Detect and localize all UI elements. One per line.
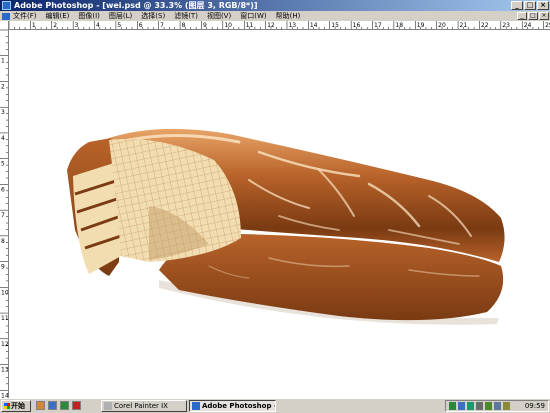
ruler-label: 1 (32, 22, 36, 29)
doc-minimize-button[interactable]: _ (517, 12, 527, 20)
ruler-label: 18 (395, 22, 403, 29)
document-canvas[interactable] (9, 30, 550, 398)
windows-logo-icon (4, 403, 10, 409)
ruler-label: 24 (524, 22, 532, 29)
menu-window[interactable]: 窗口(W) (240, 11, 266, 21)
ruler-label: 25 (545, 22, 550, 29)
ruler-label: 21 (460, 22, 468, 29)
show-desktop-icon[interactable] (36, 401, 45, 410)
ruler-label: 1 (1, 58, 5, 65)
tray-ime-icon[interactable] (458, 402, 465, 410)
ruler-label: 4 (96, 22, 100, 29)
ruler-label: 8 (182, 22, 186, 29)
ruler-label: 12 (1, 341, 9, 348)
ruler-label: 8 (1, 238, 5, 245)
ruler-label: 13 (288, 22, 296, 29)
tray-update-icon[interactable] (485, 402, 492, 410)
ruler-label: 17 (374, 22, 382, 29)
ruler-label: 7 (160, 22, 164, 29)
ruler-label: 19 (417, 22, 425, 29)
ruler-label: 11 (1, 315, 9, 322)
ruler-label: 11 (246, 22, 254, 29)
ruler-label: 2 (1, 83, 5, 90)
menu-bar: 文件(F) 编辑(E) 图像(I) 图层(L) 选择(S) 滤镜(T) 视图(V… (0, 11, 550, 21)
ps-quick-icon[interactable] (60, 401, 69, 410)
menu-filter[interactable]: 滤镜(T) (174, 11, 198, 21)
ruler-label: 4 (1, 135, 5, 142)
ruler-label: 10 (224, 22, 232, 29)
tray-volume-icon[interactable] (476, 402, 483, 410)
ruler-label: 6 (139, 22, 143, 29)
window-title-bar[interactable]: Adobe Photoshop - [wei.psd @ 33.3% (图层 3… (0, 0, 550, 11)
tray-app-icon[interactable] (503, 402, 510, 410)
task-corel-painter[interactable]: Corel Painter IX (101, 400, 187, 412)
minimize-button[interactable]: _ (511, 1, 523, 10)
ruler-label: 3 (1, 109, 5, 116)
horizontal-ruler-ticks: 1 2 3 4 5 6 7 8 9 10 11 12 13 14 15 16 17 18 19 20 21 22 23 24 2… (9, 21, 550, 29)
ruler-label: 5 (1, 161, 5, 168)
ruler-label: 14 (310, 22, 318, 29)
ruler-label: 3 (75, 22, 79, 29)
corel-painter-icon (104, 402, 112, 410)
ruler-label: 22 (481, 22, 489, 29)
horizontal-ruler[interactable]: 1 2 3 4 5 6 7 8 9 10 11 12 13 14 15 16 17 18 19 20 21 22 23 24 2… (9, 21, 550, 30)
window-controls: _ □ × (511, 1, 549, 10)
close-button[interactable]: × (537, 1, 549, 10)
doc-close-button[interactable]: × (539, 12, 549, 20)
ruler-label: 9 (1, 264, 5, 271)
menu-view[interactable]: 视图(V) (207, 11, 231, 21)
start-button[interactable]: 开始 (1, 400, 31, 412)
tray-antivirus-icon[interactable] (467, 402, 474, 410)
media-icon[interactable] (72, 401, 81, 410)
candy-bar-artwork (67, 128, 505, 325)
vertical-ruler-ticks: 1234567891011121314 (0, 29, 9, 398)
ruler-label: 9 (203, 22, 207, 29)
ruler-label: 10 (1, 289, 9, 296)
ruler-label: 6 (1, 186, 5, 193)
document-icon[interactable] (2, 12, 10, 20)
photoshop-task-icon (192, 402, 200, 410)
ruler-label: 20 (438, 22, 446, 29)
menu-edit[interactable]: 编辑(E) (46, 11, 70, 21)
ruler-label: 15 (331, 22, 339, 29)
system-tray: 09:59 (445, 400, 549, 412)
ie-icon[interactable] (48, 401, 57, 410)
ruler-label: 16 (353, 22, 361, 29)
ruler-label: 7 (1, 212, 5, 219)
photoshop-app-icon[interactable] (2, 1, 11, 10)
menu-layer[interactable]: 图层(L) (109, 11, 132, 21)
tray-connection-icon[interactable] (494, 402, 501, 410)
tray-network-icon[interactable] (449, 402, 456, 410)
menu-help[interactable]: 帮助(H) (276, 11, 301, 21)
ruler-label: 2 (53, 22, 57, 29)
window-title: Adobe Photoshop - [wei.psd @ 33.3% (图层 3… (14, 1, 258, 10)
taskbar: 开始 Corel Painter IX Adobe Photoshop - [w… (0, 398, 550, 413)
doc-maximize-button[interactable]: □ (528, 12, 538, 20)
task-label: Adobe Photoshop - [w... (202, 402, 275, 410)
ruler-label: 12 (267, 22, 275, 29)
ruler-label: 23 (502, 22, 510, 29)
task-label: Corel Painter IX (114, 402, 168, 410)
menu-image[interactable]: 图像(I) (78, 11, 100, 21)
ruler-label: 13 (1, 367, 9, 374)
maximize-button[interactable]: □ (524, 1, 536, 10)
start-label: 开始 (11, 402, 25, 410)
menu-file[interactable]: 文件(F) (13, 11, 37, 21)
vertical-ruler[interactable]: 1 2 3 4 5 6 7 8 9 10 11 12 13 14 (0, 21, 9, 398)
ruler-label: 5 (117, 22, 121, 29)
menu-select[interactable]: 选择(S) (141, 11, 165, 21)
task-photoshop[interactable]: Adobe Photoshop - [w... (189, 400, 276, 412)
document-controls: _ □ × (517, 12, 549, 20)
clock[interactable]: 09:59 (525, 401, 545, 411)
